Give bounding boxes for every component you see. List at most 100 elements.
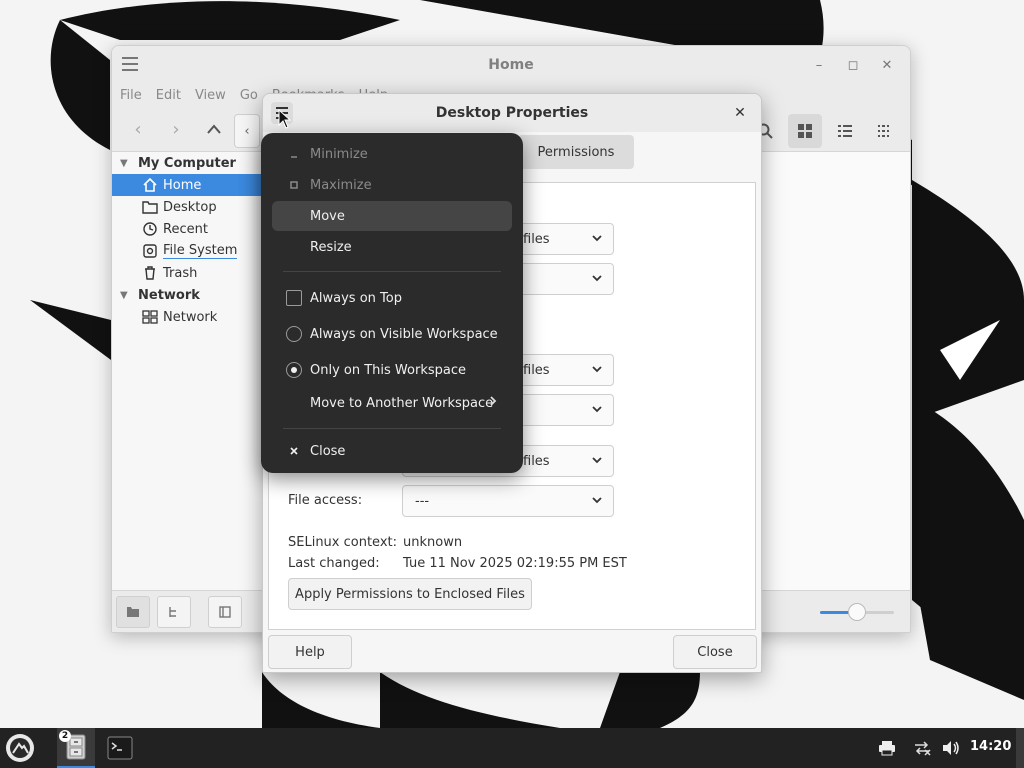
sidebar-item-label: Trash [163,265,198,281]
sidebar-item-file-system[interactable]: File System [112,240,262,262]
dialog-titlebar[interactable]: Desktop Properties ✕ [263,94,761,132]
sidebar-item-home[interactable]: Home [112,174,262,196]
chevron-down-icon: ▼ [120,157,128,169]
menu-edit[interactable]: Edit [156,88,181,103]
icon-view-button[interactable] [788,114,822,148]
chevron-down-icon [591,232,603,247]
menu-item-move[interactable]: Move [272,201,512,231]
menu-item-label: Only on This Workspace [310,362,466,378]
volume-icon[interactable] [941,738,961,758]
chevron-up-icon [207,124,221,134]
sidebar-toggle-icon [219,606,231,618]
menu-item-only-on-this-workspace[interactable]: Only on This Workspace [272,355,512,385]
file-access-label: File access: [288,493,363,508]
taskbar-files-button[interactable]: 2 [57,728,95,768]
menu-item-resize[interactable]: Resize [272,232,512,262]
forward-button[interactable]: › [160,114,192,144]
close-dialog-button[interactable]: Close [673,635,757,669]
sidebar-item-label: File System [163,243,238,259]
minimize-button[interactable]: – [804,54,834,76]
network-icon [142,309,158,325]
window-title: Home [488,57,534,73]
sidebar-item-label: Desktop [163,199,217,215]
menu-file[interactable]: File [120,88,142,103]
menu-item-label: Always on Top [310,290,402,306]
menu-item-label: Move to Another Workspace [310,395,494,411]
show-places-button[interactable] [116,596,150,628]
sidebar-item-label: Recent [163,221,208,237]
help-button[interactable]: Help [268,635,352,669]
mouse-cursor-icon [278,109,292,129]
compact-icon [878,125,889,137]
menu-view[interactable]: View [195,88,226,103]
sidebar-item-network[interactable]: Network [112,306,262,328]
window-menu-icon[interactable] [122,57,138,71]
taskbar: 2 14:20 [0,728,1024,768]
menu-item-label: Maximize [310,177,372,193]
up-button[interactable] [198,114,230,144]
network-disconnected-icon[interactable] [912,738,932,758]
taskbar-terminal-button[interactable] [101,728,139,768]
tree-icon [169,607,176,617]
compact-view-button[interactable] [868,114,902,148]
zoom-slider-handle[interactable] [848,603,866,621]
app-menu-button[interactable] [6,734,34,762]
clock[interactable]: 14:20 [970,739,1011,754]
menu-separator [283,428,501,429]
sidebar-section-my-computer[interactable]: ▼ My Computer [112,152,262,174]
path-back-button[interactable]: ‹ [234,114,260,148]
menu-item-label: Resize [310,239,352,255]
sidebar-item-desktop[interactable]: Desktop [112,196,262,218]
list-view-button[interactable] [828,114,862,148]
back-button[interactable]: ‹ [122,114,154,144]
minimize-icon [286,146,302,162]
menu-item-close[interactable]: Close [272,436,512,466]
chevron-down-icon [591,272,603,287]
selinux-label: SELinux context: [288,535,398,550]
file-manager-titlebar[interactable]: Home – ◻ ✕ [112,46,910,84]
printer-icon[interactable] [877,738,897,758]
menu-item-move-to-another-workspace[interactable]: Move to Another Workspace [272,388,512,418]
distro-logo-icon [10,738,30,758]
menu-item-minimize[interactable]: Minimize [272,139,512,169]
chevron-down-icon [591,403,603,418]
maximize-button[interactable]: ◻ [838,54,868,76]
combo-value: --- [415,493,430,509]
sidebar-item-recent[interactable]: Recent [112,218,262,240]
apply-permissions-button[interactable]: Apply Permissions to Enclosed Files [288,578,532,610]
toggle-sidebar-button[interactable] [208,596,242,628]
folder-icon [127,607,139,617]
close-button[interactable]: ✕ [872,54,902,76]
section-label: Network [138,287,200,303]
section-label: My Computer [138,155,236,171]
show-tree-button[interactable] [157,596,191,628]
sidebar-section-network[interactable]: ▼ Network [112,284,262,306]
grid-icon [798,124,812,138]
show-desktop-button[interactable] [1016,728,1024,768]
combo-value: files [523,362,550,378]
trash-icon [142,265,158,281]
maximize-icon [286,177,302,193]
zoom-slider[interactable] [820,603,894,621]
menu-item-label: Close [310,443,346,459]
checkbox-icon [286,290,302,306]
radio-icon [286,326,302,342]
file-access-combo[interactable]: --- [402,485,614,517]
menu-item-label: Always on Visible Workspace [310,326,498,342]
menu-go[interactable]: Go [240,88,258,103]
sidebar-item-trash[interactable]: Trash [112,262,262,284]
combo-value: files [523,231,550,247]
dialog-close-icon[interactable]: ✕ [729,102,751,124]
chevron-down-icon [591,454,603,469]
chevron-down-icon: ▼ [120,289,128,301]
selinux-value: unknown [403,535,463,550]
menu-item-label: Move [310,208,345,224]
sidebar-item-label: Home [163,177,202,193]
menu-item-always-on-top[interactable]: Always on Top [272,283,512,313]
window-count-badge: 2 [59,730,71,742]
menu-item-always-on-visible-workspace[interactable]: Always on Visible Workspace [272,319,512,349]
tab-permissions[interactable]: Permissions [518,135,634,169]
menu-item-maximize[interactable]: Maximize [272,170,512,200]
radio-checked-icon [286,362,302,378]
terminal-icon [107,736,133,760]
